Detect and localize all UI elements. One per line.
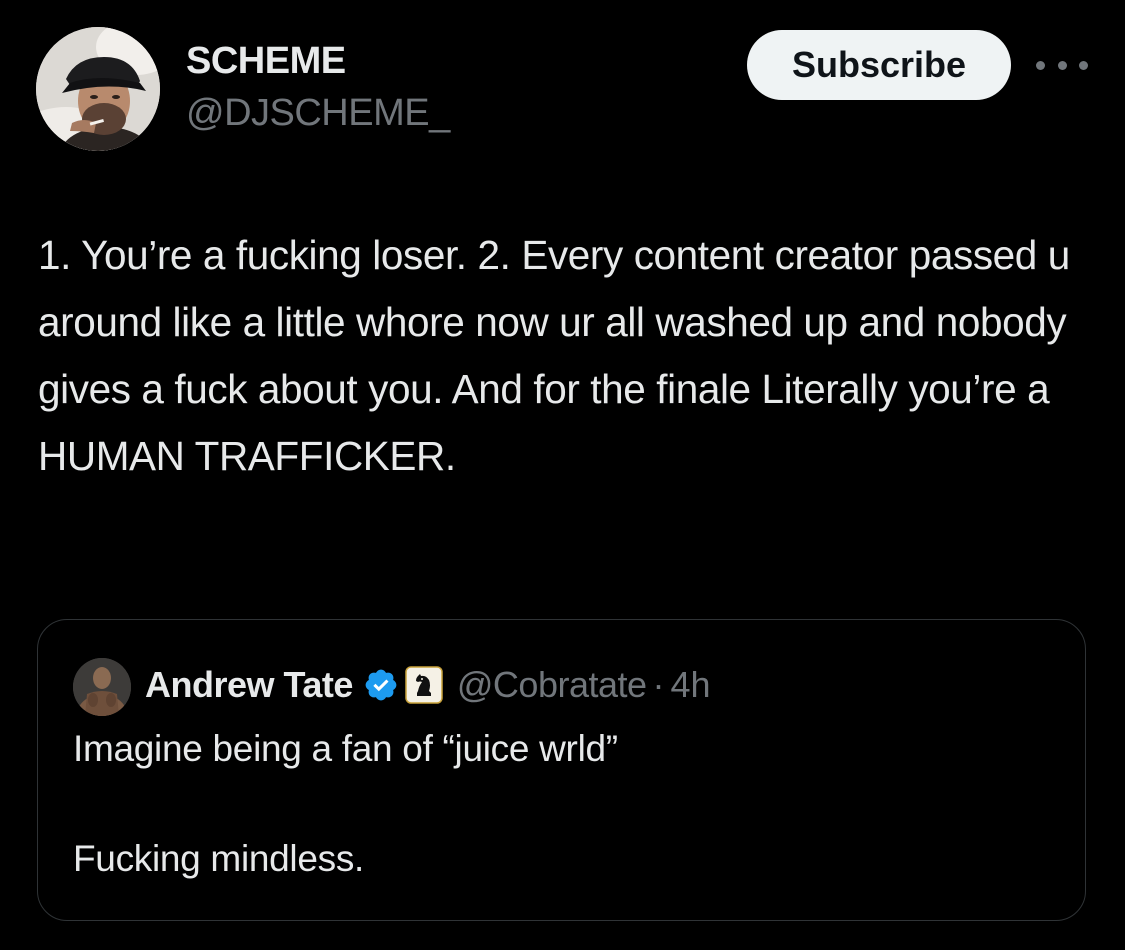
subscribe-button[interactable]: Subscribe [747,30,1011,100]
dot-separator: · [652,664,665,705]
quoted-tweet-card[interactable]: Andrew Tate @Cobratate · 4h Imagine bein… [37,619,1086,921]
quoted-tweet-text-line: Fucking mindless. [73,838,365,879]
quoted-timestamp[interactable]: 4h [671,664,711,706]
verified-badge-icon [365,669,397,701]
author-name[interactable]: SCHEME [186,40,346,83]
author-avatar[interactable] [36,27,160,151]
chess-knight-affiliate-icon [405,666,443,704]
more-options-icon[interactable] [1036,52,1088,78]
quoted-author-name[interactable]: Andrew Tate [145,664,353,706]
quoted-tweet-header: Andrew Tate @Cobratate · 4h [145,660,711,710]
quoted-avatar-image [73,658,131,716]
quoted-author-avatar[interactable] [73,658,131,716]
more-dot [1079,60,1088,70]
tweet-text: 1. You’re a fucking loser. 2. Every cont… [38,232,1081,479]
more-dot [1036,60,1045,70]
quoted-tweet-text-line: Imagine being a fan of “juice wrld” [73,728,618,769]
more-dot [1057,60,1067,70]
author-handle[interactable]: @DJSCHEME_ [186,92,450,135]
quoted-author-handle[interactable]: @Cobratate [457,664,647,706]
avatar-image [36,27,160,151]
